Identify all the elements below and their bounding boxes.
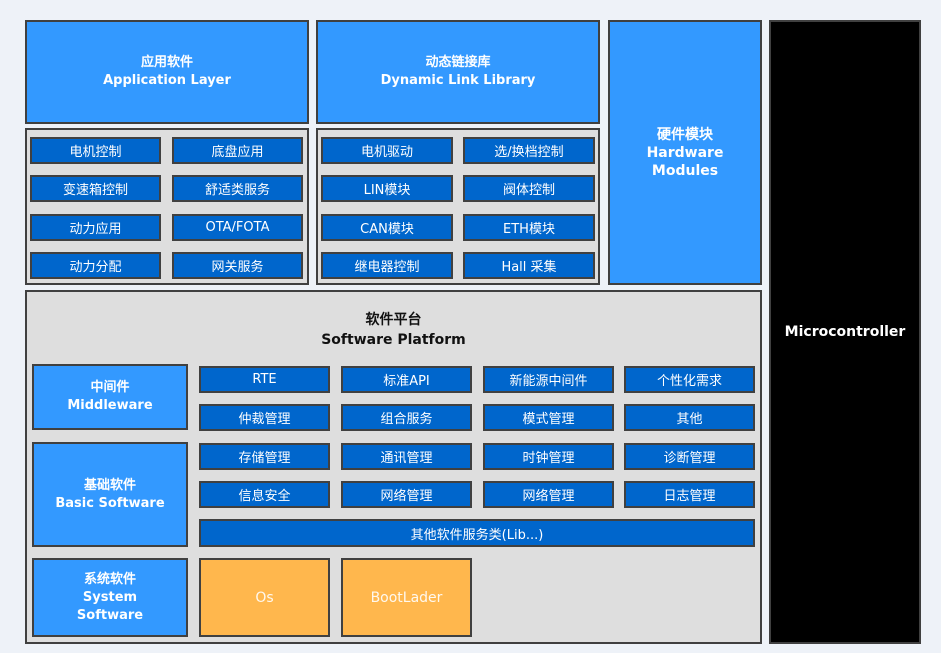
dll-module: 阀体控制 xyxy=(463,175,595,202)
dll-module-label: CAN模块 xyxy=(360,222,414,237)
app-module-label: 变速箱控制 xyxy=(62,183,128,198)
dll-module: ETH模块 xyxy=(463,214,595,241)
dll-title-cn: 动态链接库 xyxy=(425,55,491,70)
microcontroller: Microcontroller xyxy=(769,20,921,644)
app-module-label: 底盘应用 xyxy=(211,145,264,160)
dll-module: Hall 采集 xyxy=(463,252,595,279)
dll-module-label: LIN模块 xyxy=(363,183,411,198)
bootloader-label: BootLader xyxy=(370,589,443,606)
app-module-label: 动力应用 xyxy=(69,222,122,237)
platform-module-label: 组合服务 xyxy=(380,412,433,427)
system-en: System xyxy=(82,589,138,605)
platform-module-label: 诊断管理 xyxy=(663,451,716,466)
dll-module-label: 阀体控制 xyxy=(502,183,555,198)
app-module-label: 动力分配 xyxy=(69,260,122,275)
system-cn: 系统软件 xyxy=(83,571,136,587)
platform-module: 标准API xyxy=(341,366,472,393)
platform-title-en: Software Platform xyxy=(321,332,466,348)
hardware-modules: 硬件模块 Hardware Modules xyxy=(608,20,762,285)
platform-module: 信息安全 xyxy=(199,481,330,508)
dll-module-label: ETH模块 xyxy=(503,222,555,237)
platform-module-label: 时钟管理 xyxy=(522,451,575,466)
platform-module-label: 存储管理 xyxy=(238,451,291,466)
platform-module-label: RTE xyxy=(252,372,277,387)
platform-module: 网络管理 xyxy=(341,481,472,508)
app-module: OTA/FOTA xyxy=(172,214,303,241)
application-layer-title-en: Application Layer xyxy=(103,73,231,88)
application-layer-header: 应用软件 Application Layer xyxy=(25,20,309,124)
microcontroller-label: Microcontroller xyxy=(784,324,906,340)
middleware-en: Middleware xyxy=(67,398,153,413)
dll-title-en: Dynamic Link Library xyxy=(380,73,536,88)
dll-module: CAN模块 xyxy=(321,214,453,241)
app-module: 舒适类服务 xyxy=(172,175,303,202)
basic-cn: 基础软件 xyxy=(83,477,136,493)
platform-module-label: 个性化需求 xyxy=(656,374,722,389)
platform-module: 存储管理 xyxy=(199,443,330,470)
platform-module-label: 日志管理 xyxy=(663,489,716,504)
lib-services: 其他软件服务类(Lib...) xyxy=(199,519,755,547)
platform-module-label: 其他 xyxy=(676,412,703,427)
hardware-title-cn: 硬件模块 xyxy=(657,126,713,143)
platform-module: 个性化需求 xyxy=(624,366,755,393)
dll-module: 电机驱动 xyxy=(321,137,453,164)
app-module: 变速箱控制 xyxy=(30,175,161,202)
dll-module-label: 继电器控制 xyxy=(354,260,420,275)
platform-module-label: 信息安全 xyxy=(238,489,291,504)
system-software-box: 系统软件 System Software xyxy=(32,558,188,637)
platform-title-cn: 软件平台 xyxy=(365,312,422,328)
platform-module: 仲裁管理 xyxy=(199,404,330,431)
app-module: 网关服务 xyxy=(172,252,303,279)
hardware-title-en2: Modules xyxy=(651,162,719,179)
platform-module-label: 新能源中间件 xyxy=(509,374,588,389)
platform-module: 诊断管理 xyxy=(624,443,755,470)
os-box: Os xyxy=(199,558,330,637)
basic-software-box: 基础软件 Basic Software xyxy=(32,442,188,547)
middleware-box: 中间件 Middleware xyxy=(32,364,188,430)
platform-module-label: 模式管理 xyxy=(522,412,575,427)
platform-module: 网络管理 xyxy=(483,481,614,508)
dll-module-label: 电机驱动 xyxy=(360,145,413,160)
platform-module: 模式管理 xyxy=(483,404,614,431)
bootloader-box: BootLader xyxy=(341,558,472,637)
platform-module: 组合服务 xyxy=(341,404,472,431)
platform-module-label: 网络管理 xyxy=(522,489,575,504)
dll-header: 动态链接库 Dynamic Link Library xyxy=(316,20,600,124)
platform-module: 其他 xyxy=(624,404,755,431)
app-module-label: OTA/FOTA xyxy=(205,220,270,235)
dll-module: LIN模块 xyxy=(321,175,453,202)
app-module: 电机控制 xyxy=(30,137,161,164)
lib-label: 其他软件服务类(Lib...) xyxy=(410,527,544,543)
platform-module-label: 仲裁管理 xyxy=(238,412,291,427)
middleware-cn: 中间件 xyxy=(90,380,130,395)
platform-module-label: 通讯管理 xyxy=(380,451,433,466)
app-module-label: 舒适类服务 xyxy=(204,183,270,198)
dll-module-label: Hall 采集 xyxy=(501,260,557,275)
dll-module: 选/换档控制 xyxy=(463,137,595,164)
platform-module-label: 网络管理 xyxy=(380,489,433,504)
dll-module: 继电器控制 xyxy=(321,252,453,279)
platform-module: 新能源中间件 xyxy=(483,366,614,393)
platform-module: RTE xyxy=(199,366,330,393)
platform-module: 通讯管理 xyxy=(341,443,472,470)
dll-module-label: 选/换档控制 xyxy=(494,145,564,160)
application-layer-title-cn: 应用软件 xyxy=(140,55,193,70)
hardware-title-en: Hardware xyxy=(646,144,724,161)
platform-module: 时钟管理 xyxy=(483,443,614,470)
app-module-label: 电机控制 xyxy=(69,145,122,160)
app-module: 动力应用 xyxy=(30,214,161,241)
app-module-label: 网关服务 xyxy=(211,260,264,275)
platform-module-label: 标准API xyxy=(383,374,430,389)
app-module: 底盘应用 xyxy=(172,137,303,164)
os-label: Os xyxy=(255,589,274,606)
system-en2: Software xyxy=(76,607,144,623)
platform-module: 日志管理 xyxy=(624,481,755,508)
app-module: 动力分配 xyxy=(30,252,161,279)
basic-en: Basic Software xyxy=(55,495,165,511)
